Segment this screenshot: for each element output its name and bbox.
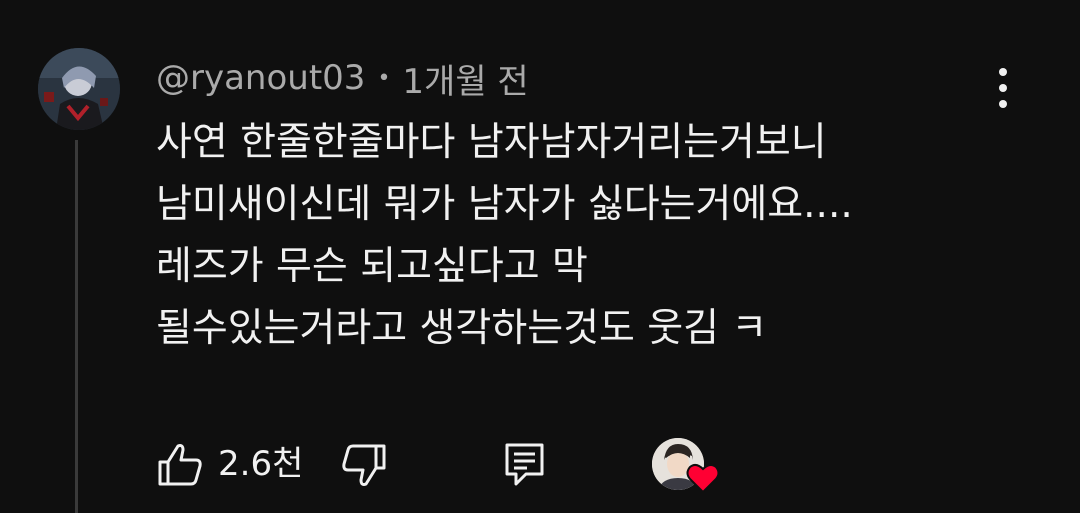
comment-actions: 2.6천: [150, 432, 750, 502]
more-vert-icon-dot: [999, 100, 1007, 108]
creator-heart: [650, 434, 722, 498]
comment-line: 레즈가 무슨 되고싶다고 막: [156, 244, 588, 289]
meta-separator: •: [377, 65, 391, 91]
comment-reply-icon: [505, 443, 544, 486]
user-avatar[interactable]: [38, 48, 120, 130]
comment-timestamp[interactable]: 1개월 전: [402, 54, 528, 103]
comment-thread: @ryanout03 • 1개월 전 사연 한줄한줄마다 남자남자거리는거보니 …: [0, 0, 1080, 513]
more-vert-icon: [999, 68, 1007, 76]
dislike-button[interactable]: [340, 442, 388, 490]
comment-line: 남미새이신데 뭐가 남자가 싫다는거에요....: [156, 182, 853, 227]
heart-icon: [686, 463, 720, 494]
avatar-image: [38, 48, 120, 130]
comment-line: 될수있는거라고 생각하는것도 웃김 ㅋ: [156, 306, 768, 351]
comment-author[interactable]: @ryanout03: [156, 58, 365, 98]
comment-meta: @ryanout03 • 1개월 전: [156, 54, 529, 103]
thread-line: [75, 140, 78, 513]
more-options-button[interactable]: [980, 60, 1026, 116]
thumb-up-icon: [158, 444, 202, 486]
like-count: 2.6천: [218, 444, 304, 484]
comment-line: 사연 한줄한줄마다 남자남자거리는거보니: [156, 120, 827, 165]
more-vert-icon-dot: [999, 84, 1007, 92]
thumb-down-icon: [342, 444, 386, 486]
comment-text: 사연 한줄한줄마다 남자남자거리는거보니 남미새이신데 뭐가 남자가 싫다는거에…: [156, 112, 1036, 360]
reply-button[interactable]: [502, 440, 548, 488]
like-button[interactable]: [156, 440, 204, 488]
